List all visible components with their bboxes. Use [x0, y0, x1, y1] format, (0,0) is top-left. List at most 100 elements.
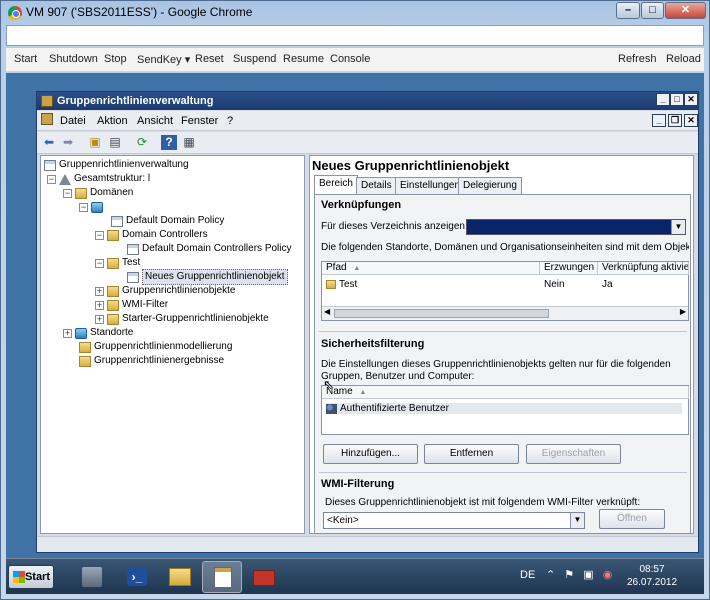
gpo-management-icon[interactable]	[202, 561, 242, 593]
vm-sendkey-menu[interactable]: SendKey ▾	[137, 53, 190, 66]
scroll-right-icon[interactable]: ▶	[680, 307, 686, 316]
col-header-enforced[interactable]: Erzwungen	[540, 262, 598, 275]
vm-refresh-button[interactable]: Refresh	[618, 53, 657, 65]
gpmc-maximize-button[interactable]: □	[670, 93, 684, 106]
tab-einstellungen[interactable]: Einstellungen	[395, 177, 466, 194]
menu-help[interactable]: ?	[227, 115, 233, 127]
expand-icon[interactable]: +	[95, 286, 104, 296]
wmi-filter-dropdown[interactable]: <Kein> ▼	[323, 512, 585, 529]
tree-label-results: Gruppenrichtlinienergebnisse	[94, 355, 225, 366]
gpmc-minimize-button[interactable]: _	[656, 93, 670, 106]
clock[interactable]: 08:57 26.07.2012	[627, 563, 677, 589]
help-icon[interactable]: ?	[161, 135, 177, 150]
server-manager-icon[interactable]	[72, 561, 112, 593]
open-button[interactable]: Öffnen	[599, 509, 665, 529]
collapse-icon[interactable]: −	[47, 174, 56, 184]
properties-button[interactable]: Eigenschaften	[526, 444, 621, 464]
browser-maximize-button[interactable]: □	[641, 2, 664, 19]
vm-stop-button[interactable]: Stop	[104, 53, 127, 65]
up-folder-icon[interactable]: ▣	[87, 135, 103, 150]
browser-minimize-button[interactable]: –	[616, 2, 640, 19]
scrollbar-thumb[interactable]	[334, 309, 549, 318]
table-row[interactable]: Test	[326, 279, 357, 290]
gpmc-close-button[interactable]: ✕	[684, 93, 698, 106]
language-indicator[interactable]: DE	[520, 569, 535, 581]
flag-icon[interactable]: ⚑	[564, 569, 574, 581]
tree-item-starter-gpos[interactable]: + Starter-Gruppenrichtlinienobjekte	[95, 312, 269, 326]
child-minimize-button[interactable]: _	[652, 114, 666, 127]
address-bar[interactable]	[6, 25, 704, 46]
tree-item-default-dc-policy[interactable]: Default Domain Controllers Policy	[127, 242, 292, 256]
tree-item-gpos[interactable]: + Gruppenrichtlinienobjekte	[95, 284, 235, 298]
expand-icon[interactable]: +	[95, 314, 104, 324]
collapse-icon[interactable]: −	[95, 258, 104, 268]
child-close-button[interactable]: ✕	[684, 114, 698, 127]
collapse-icon[interactable]: −	[79, 202, 88, 212]
vm-reset-button[interactable]: Reset	[195, 53, 224, 65]
forward-arrow-icon[interactable]: ➡	[60, 135, 76, 150]
horizontal-scrollbar[interactable]: ◀ ▶	[322, 306, 688, 320]
expand-icon[interactable]: +	[63, 328, 72, 338]
menu-datei[interactable]: Datei	[60, 115, 86, 127]
properties-icon[interactable]: ▦	[181, 135, 197, 150]
links-section-title: Verknüpfungen	[321, 199, 402, 211]
add-button[interactable]: Hinzufügen...	[323, 444, 418, 464]
tree-item-sites[interactable]: + Standorte	[63, 326, 133, 340]
menu-fenster[interactable]: Fenster	[181, 115, 218, 127]
menu-ansicht[interactable]: Ansicht	[137, 115, 173, 127]
console-icon[interactable]	[41, 113, 53, 125]
tab-delegierung[interactable]: Delegierung	[458, 177, 522, 194]
show-hide-tree-icon[interactable]: ▤	[107, 135, 123, 150]
toolbox-icon[interactable]	[244, 561, 284, 593]
network-icon[interactable]: ▣	[583, 569, 593, 581]
vm-start-button[interactable]: Start	[14, 53, 37, 65]
vm-suspend-button[interactable]: Suspend	[233, 53, 276, 65]
explorer-icon[interactable]	[160, 561, 200, 593]
scroll-left-icon[interactable]: ◀	[324, 307, 330, 316]
vm-resume-button[interactable]: Resume	[283, 53, 324, 65]
modeling-icon	[79, 341, 91, 353]
vm-shutdown-button[interactable]: Shutdown	[49, 53, 98, 65]
expand-icon[interactable]: +	[95, 300, 104, 310]
col-header-name[interactable]: Name ▲	[322, 386, 689, 399]
tray-icons[interactable]: ⌃ ⚑ ▣ ◉	[546, 568, 616, 584]
starter-folder-icon	[107, 313, 119, 325]
tree-item-results[interactable]: Gruppenrichtlinienergebnisse	[79, 354, 224, 368]
powershell-icon[interactable]: ›_	[117, 561, 157, 593]
vm-console-button[interactable]: Console	[330, 53, 370, 65]
tree-item-modeling[interactable]: Gruppenrichtlinienmodellierung	[79, 340, 232, 354]
tree-item-domain[interactable]: −	[79, 200, 103, 214]
refresh-icon[interactable]: ⟳	[134, 135, 150, 150]
remove-button[interactable]: Entfernen	[424, 444, 519, 464]
scope-tab-panel: Verknüpfungen Für dieses Verzeichnis anz…	[314, 194, 691, 534]
tree-item-default-domain-policy[interactable]: Default Domain Policy	[111, 214, 224, 228]
browser-close-button[interactable]: ✕	[665, 2, 706, 19]
back-arrow-icon[interactable]: ⬅	[41, 135, 57, 150]
tab-bereich[interactable]: Bereich	[314, 175, 358, 195]
vm-reload-button[interactable]: Reload	[666, 53, 701, 65]
tab-details[interactable]: Details	[356, 177, 397, 194]
tree-item-domain-controllers[interactable]: − Domain Controllers	[95, 228, 208, 242]
volume-muted-icon[interactable]: ◉	[603, 569, 613, 581]
col-header-enabled[interactable]: Verknüpfung aktiviert	[598, 262, 689, 275]
show-hidden-icons-icon[interactable]: ⌃	[546, 569, 555, 581]
table-row[interactable]: Authentifizierte Benutzer	[326, 403, 682, 414]
col-header-path[interactable]: Pfad ▲	[322, 262, 540, 275]
tree-item-root[interactable]: Gruppenrichtlinienverwaltung	[44, 158, 189, 172]
tree-item-new-gpo[interactable]: Neues Gruppenrichtlinienobjekt	[127, 269, 288, 285]
ou-folder-icon	[326, 280, 336, 289]
child-restore-button[interactable]: ❐	[668, 114, 682, 127]
collapse-icon[interactable]: −	[95, 230, 104, 240]
menu-aktion[interactable]: Aktion	[97, 115, 128, 127]
start-button[interactable]: Start	[8, 565, 54, 589]
directory-dropdown[interactable]: ▼	[466, 219, 686, 235]
mmc-toolbar: ⬅ ➡ ▣ ▤ ⟳ ? ▦	[37, 132, 698, 154]
collapse-icon[interactable]: −	[63, 188, 72, 198]
tree-item-domains[interactable]: − Domänen	[63, 186, 133, 200]
tree-item-test[interactable]: − Test	[95, 256, 140, 270]
tree-label-starter-gpos: Starter-Gruppenrichtlinienobjekte	[122, 313, 269, 324]
links-show-label: Für dieses Verzeichnis anzeigen:	[321, 221, 468, 232]
tree-item-wmi-filter[interactable]: + WMI-Filter	[95, 298, 168, 312]
tree-item-forest[interactable]: − Gesamtstruktur: l	[47, 172, 150, 186]
wmi-section-title: WMI-Filterung	[321, 478, 395, 490]
